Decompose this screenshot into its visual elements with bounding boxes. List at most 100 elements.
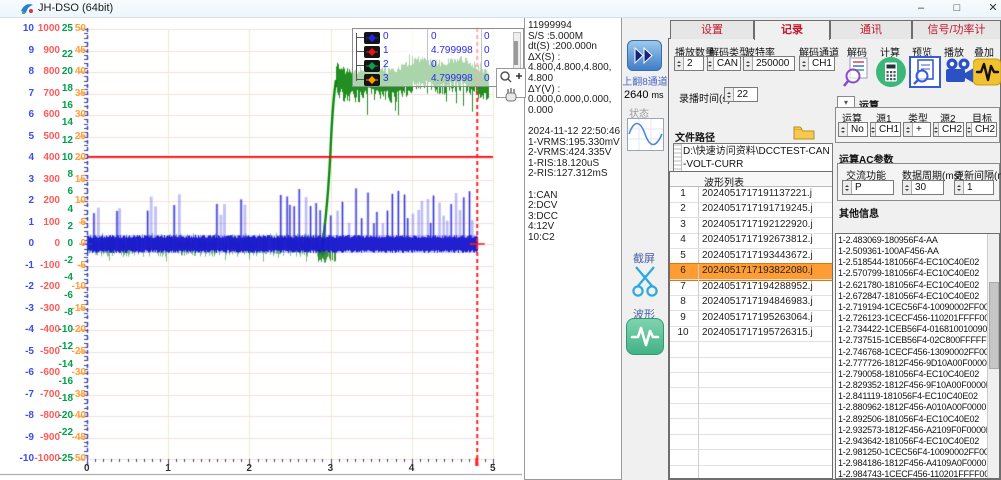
list-item[interactable]: 1-2.777726-1812F456-9D10A00F0000FD [838,358,999,369]
op-src1-spinner[interactable]: CH1 [870,122,901,137]
list-item[interactable]: 1-2.943642-181056F4-EC10C40E02 [838,436,999,447]
table-row[interactable] [670,403,832,419]
table-row[interactable]: 92024051717195263064.j [670,311,832,327]
list-item[interactable]: 1-2.984186-1812F456-A4109A0F0000FD [838,458,999,469]
op-src2-spinner[interactable]: CH2 [933,122,964,137]
screenshot-button[interactable] [629,264,661,303]
calculate-button[interactable] [875,56,907,88]
titlebar[interactable]: JH-DSO (64bit) – □ ✕ [0,0,1001,18]
table-row[interactable] [670,465,832,479]
close-button[interactable]: ✕ [977,0,1001,17]
table-row[interactable]: 32024051717192122920.j [670,218,832,234]
table-row[interactable] [670,342,832,358]
decode-button[interactable] [841,56,873,88]
legend-value-1: 4.799998 [431,45,473,56]
tab-record[interactable]: 记录 [754,20,830,40]
record-time-spinner[interactable]: 22 [724,87,758,102]
list-item[interactable]: 1-2.829352-1812F456-9F10A00F0000FD [838,380,999,391]
list-item[interactable]: 1-2.790058-181056F4-EC10C40E02 [838,369,999,380]
browse-folder-button[interactable] [793,125,815,145]
op-mode-spinner[interactable]: No [838,122,868,137]
row-filename: 2024051717191137221.j [702,188,812,199]
path-grip [674,144,682,171]
list-item[interactable]: 1-2.726123-1CECF456-110201FFFF001100 [838,313,999,324]
pan-hand-icon[interactable] [497,88,525,102]
minimize-button[interactable]: – [905,0,937,17]
legend-row[interactable]: 000 [353,31,523,44]
table-row[interactable] [670,372,832,388]
op-target-spinner[interactable]: CH2 [966,122,997,137]
table-column-divider [698,202,699,217]
waveform-icon [627,319,663,354]
list-item[interactable]: 1-2.672847-181056F4-EC10C40E02 [838,291,999,302]
calculator-icon [875,56,907,88]
other-info-scrollbar[interactable] [987,234,999,478]
list-item[interactable]: 1-2.981250-1CEC56F4-10090002FF001100 [838,447,999,458]
list-item[interactable]: 1-2.841119-181056F4-EC10C40E02 [838,391,999,402]
tab-signal-power[interactable]: 信号/功率计 [912,20,1001,39]
row-index: 10 [670,327,696,338]
operation-group: 运算 源1 类型 源2 目标 No CH1 + CH2 CH2 [835,107,1000,143]
ac-interval-spinner[interactable]: 1 [954,180,994,195]
elapsed-time: 2640 ms [624,89,664,101]
list-item[interactable]: 1-2.734422-1CEB56F4-016810010090A15A [838,324,999,335]
table-row[interactable]: 52024051717193443672.j [670,249,832,265]
op-type-spinner[interactable]: + [903,122,931,137]
list-item[interactable]: 1-2.880962-1812F456-A010A00F0000FD [838,402,999,413]
axis-tick-label: 2 [0,221,73,232]
page-up-channels-button[interactable] [627,40,662,71]
page-up-label: 上翻8通道 [622,73,668,88]
list-item[interactable]: 1-2.509361-100AF456-AA [838,246,999,257]
legend-row[interactable]: 14.7999980 [353,45,523,58]
list-item[interactable]: 1-2.483069-180956F4-AA [838,235,999,246]
waveform-list-table[interactable]: 波形列表 12024051717191137221.j2202405171719… [669,171,833,479]
list-item[interactable]: 1-2.737515-1CEB56F4-02C800FFFFFFFFFF [838,335,999,346]
list-item[interactable]: 1-2.518544-181056F4-EC10C40E02 [838,257,999,268]
table-row[interactable]: 1 2024051717191137221.j [670,187,832,203]
table-row[interactable] [670,434,832,450]
table-row[interactable]: 82024051717194846983.j [670,295,832,311]
baud-rate-spinner[interactable]: 250000 [743,56,795,71]
maximize-button[interactable]: □ [941,0,973,17]
folder-icon [793,125,815,140]
file-path-input[interactable]: D:\快速访问资料\DCCTEST-CAN-VOLT-CURR [673,143,833,172]
axis-tick-label: -16 [0,376,73,387]
waveform-button[interactable] [626,318,664,355]
list-item[interactable]: 1-2.719194-1CEC56F4-10090002FF001100 [838,302,999,313]
table-row[interactable] [670,419,832,435]
table-row[interactable] [670,357,832,373]
tab-settings[interactable]: 设置 [670,20,754,39]
list-item[interactable]: 1-2.892506-181056F4-EC10C40E02 [838,414,999,425]
list-item[interactable]: 1-2.984743-1CECF456-110201FFFF001100 [838,469,999,479]
ac-function-spinner[interactable]: P [842,180,894,195]
table-row[interactable]: 22024051717191719245.j [670,202,832,218]
table-row[interactable]: 102024051717195726315.j [670,326,832,342]
list-item[interactable]: 1-2.932573-1812F456-A2109F0F0000FD [838,425,999,436]
scrollbar-thumb[interactable] [989,282,999,369]
list-item[interactable]: 1-2.621780-181056F4-EC10C40E02 [838,280,999,291]
table-column-divider [698,311,699,326]
decode-type-spinner[interactable]: CAN [707,56,741,71]
play-count-spinner[interactable]: 2 [674,56,704,71]
zoom-in-icon[interactable] [497,69,525,83]
row-index: 1 [670,188,696,199]
table-row[interactable] [670,450,832,466]
ac-period-spinner[interactable]: 30 [902,180,944,195]
table-row[interactable] [670,388,832,404]
list-item[interactable]: 1-2.746768-1CECF456-13090002FF001100 [838,347,999,358]
list-item[interactable]: 1-2.570799-181056F4-EC10C40E02 [838,268,999,279]
legend-value-1: 0 [431,31,437,42]
legend-marker-icon[interactable] [364,73,380,87]
preview-button[interactable] [909,56,941,88]
scrollbar-thumb[interactable] [514,41,518,65]
table-row[interactable]: 72024051717194288952.j [670,280,832,296]
table-row[interactable]: 42024051717192673812.j [670,233,832,249]
table-row[interactable]: 62024051717193822080.j [670,264,832,280]
overlay-button[interactable] [973,56,1001,88]
tab-comm[interactable]: 通讯 [830,20,912,39]
play-video-button[interactable] [943,56,975,88]
decode-channel-spinner[interactable]: CH1 [799,56,835,71]
info-line [528,180,621,191]
other-info-list[interactable]: 1-2.483069-180956F4-AA1-2.509361-100AF45… [835,233,1000,479]
axis-tick-label: 18 [0,83,73,94]
